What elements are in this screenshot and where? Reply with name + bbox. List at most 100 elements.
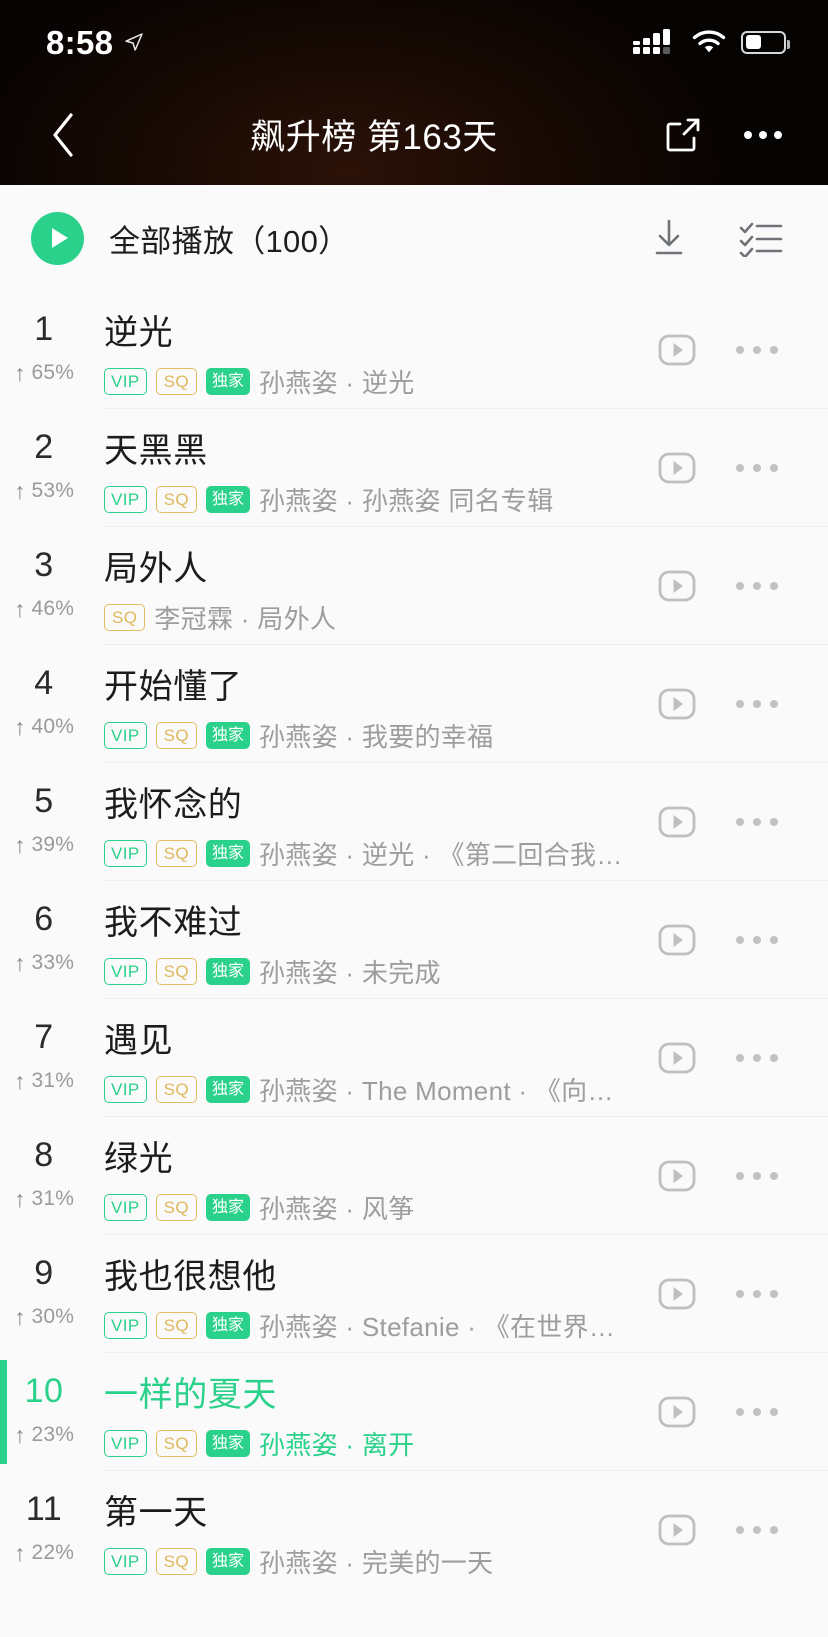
- trend-indicator: ↑ 23%: [14, 1423, 74, 1447]
- song-row[interactable]: 7 ↑ 31% 遇见 VIP SQ 独家 孙燕姿 · The Moment · 《向左走…: [0, 999, 828, 1116]
- trend-up-arrow-icon: ↑: [14, 595, 26, 622]
- status-bar-left: 8:58: [46, 26, 144, 59]
- play-all-label: 全部播放（100）: [109, 223, 350, 259]
- trend-up-arrow-icon: ↑: [14, 359, 26, 386]
- badge-SQ: SQ: [155, 840, 197, 867]
- play-all-bar[interactable]: 全部播放（100）: [0, 185, 828, 291]
- badge-SQ: SQ: [155, 722, 197, 749]
- rank-number: 3: [34, 546, 54, 584]
- more-horizontal-icon[interactable]: [736, 108, 790, 162]
- mv-play-icon[interactable]: [640, 313, 714, 387]
- song-info[interactable]: 我不难过 VIP SQ 独家 孙燕姿 · 未完成: [104, 881, 640, 998]
- row-actions: [640, 431, 828, 505]
- row-actions: [640, 1021, 828, 1095]
- row-actions: [640, 549, 828, 623]
- song-artist-album: 孙燕姿 · 风筝: [259, 1194, 415, 1224]
- badge-SQ: SQ: [155, 1312, 197, 1339]
- row-more-options-icon[interactable]: [714, 313, 800, 387]
- mv-play-icon[interactable]: [640, 667, 714, 741]
- song-row[interactable]: 2 ↑ 53% 天黑黑 VIP SQ 独家 孙燕姿 · 孙燕姿 同名专辑: [0, 409, 828, 526]
- trend-indicator: ↑ 22%: [14, 1541, 74, 1565]
- mv-play-icon[interactable]: [640, 1375, 714, 1449]
- rank-number: 4: [34, 664, 54, 702]
- row-more-options-icon[interactable]: [714, 1021, 800, 1095]
- row-more-options-icon[interactable]: [714, 1257, 800, 1331]
- song-row[interactable]: 8 ↑ 31% 绿光 VIP SQ 独家 孙燕姿 · 风筝: [0, 1117, 828, 1234]
- app-screen: 8:58 飙升榜 第163天 全部播放（100） 1 ↑ 65% 逆光 VIP …: [0, 0, 828, 1637]
- row-actions: [640, 785, 828, 859]
- row-more-options-icon[interactable]: [714, 1493, 800, 1567]
- song-row[interactable]: 4 ↑ 40% 开始懂了 VIP SQ 独家 孙燕姿 · 我要的幸福: [0, 645, 828, 762]
- trend-indicator: ↑ 46%: [14, 597, 74, 621]
- song-meta-line: VIP SQ 独家 孙燕姿 · 我要的幸福: [104, 717, 636, 754]
- badge-独家: 独家: [205, 840, 250, 867]
- row-more-options-icon[interactable]: [714, 667, 800, 741]
- trend-indicator: ↑ 31%: [14, 1069, 74, 1093]
- song-info[interactable]: 我也很想他 VIP SQ 独家孙燕姿 · Stefanie · 《在世界的中心…: [104, 1235, 640, 1352]
- trend-percent: 53%: [31, 479, 75, 502]
- song-row[interactable]: 5 ↑ 39% 我怀念的 VIP SQ 独家 孙燕姿 · 逆光 · 《第二回合我爱你…: [0, 763, 828, 880]
- mv-play-icon[interactable]: [640, 785, 714, 859]
- rank-column: 8 ↑ 31%: [0, 1117, 104, 1234]
- song-row[interactable]: 10 ↑ 23% 一样的夏天 VIP SQ 独家 孙燕姿 · 离开: [0, 1353, 828, 1470]
- trend-up-arrow-icon: ↑: [14, 713, 26, 740]
- song-row[interactable]: 6 ↑ 33% 我不难过 VIP SQ 独家 孙燕姿 · 未完成: [0, 881, 828, 998]
- song-info[interactable]: 一样的夏天 VIP SQ 独家 孙燕姿 · 离开: [104, 1353, 640, 1470]
- song-title: 我不难过: [104, 904, 243, 942]
- mv-play-icon[interactable]: [640, 1139, 714, 1213]
- mv-play-icon[interactable]: [640, 549, 714, 623]
- row-more-options-icon[interactable]: [714, 903, 800, 977]
- rank-number: 9: [34, 1254, 54, 1292]
- badge-VIP: VIP: [104, 722, 147, 749]
- song-row[interactable]: 11 ↑ 22% 第一天 VIP SQ 独家 孙燕姿 · 完美的一天: [0, 1471, 828, 1588]
- song-info[interactable]: 遇见 VIP SQ 独家 孙燕姿 · The Moment · 《向左走…: [104, 999, 640, 1116]
- song-info[interactable]: 逆光 VIP SQ 独家 孙燕姿 · 逆光: [104, 291, 640, 408]
- badge-SQ: SQ: [155, 486, 197, 513]
- song-info[interactable]: 第一天 VIP SQ 独家 孙燕姿 · 完美的一天: [104, 1471, 640, 1588]
- wifi-icon: [692, 29, 726, 55]
- trend-up-arrow-icon: ↑: [14, 477, 26, 504]
- mv-play-icon[interactable]: [640, 903, 714, 977]
- song-row[interactable]: 1 ↑ 65% 逆光 VIP SQ 独家 孙燕姿 · 逆光: [0, 291, 828, 408]
- mv-play-icon[interactable]: [640, 1493, 714, 1567]
- trend-percent: 22%: [31, 1541, 75, 1564]
- song-meta-line: VIP SQ 独家 孙燕姿 · The Moment · 《向左走…: [104, 1071, 636, 1108]
- rank-column: 1 ↑ 65%: [0, 291, 104, 408]
- song-meta-line: VIP SQ 独家 孙燕姿 · 完美的一天: [104, 1543, 636, 1580]
- row-more-options-icon[interactable]: [714, 549, 800, 623]
- badge-VIP: VIP: [104, 1076, 147, 1103]
- row-more-options-icon[interactable]: [714, 785, 800, 859]
- song-info[interactable]: 绿光 VIP SQ 独家 孙燕姿 · 风筝: [104, 1117, 640, 1234]
- rank-number: 5: [34, 782, 54, 820]
- song-info[interactable]: 局外人 SQ 李冠霖 · 局外人: [104, 527, 640, 644]
- download-icon[interactable]: [646, 215, 692, 261]
- multi-select-list-icon[interactable]: [738, 215, 784, 261]
- badge-独家: 独家: [205, 368, 250, 395]
- play-triangle-icon[interactable]: [31, 211, 84, 265]
- song-info[interactable]: 我怀念的 VIP SQ 独家 孙燕姿 · 逆光 · 《第二回合我爱你…: [104, 763, 640, 880]
- song-title: 局外人: [104, 550, 208, 588]
- song-meta-line: VIP SQ 独家 孙燕姿 · 逆光: [104, 363, 636, 400]
- row-more-options-icon[interactable]: [714, 431, 800, 505]
- trend-percent: 39%: [31, 833, 75, 856]
- song-info[interactable]: 天黑黑 VIP SQ 独家 孙燕姿 · 孙燕姿 同名专辑: [104, 409, 640, 526]
- status-time: 8:58: [46, 23, 114, 61]
- row-more-options-icon[interactable]: [714, 1375, 800, 1449]
- song-row[interactable]: 3 ↑ 46% 局外人 SQ 李冠霖 · 局外人: [0, 527, 828, 644]
- rank-column: 6 ↑ 33%: [0, 881, 104, 998]
- song-row[interactable]: 9 ↑30% 我也很想他 VIP SQ 独家孙燕姿 · Stefanie · 《在世界的中…: [0, 1235, 828, 1352]
- song-meta-line: VIP SQ 独家 孙燕姿 · 逆光 · 《第二回合我爱你…: [104, 835, 636, 872]
- song-info[interactable]: 开始懂了 VIP SQ 独家 孙燕姿 · 我要的幸福: [104, 645, 640, 762]
- row-more-options-icon[interactable]: [714, 1139, 800, 1213]
- mv-play-icon[interactable]: [640, 1021, 714, 1095]
- back-button[interactable]: [30, 102, 96, 168]
- share-external-icon[interactable]: [656, 108, 710, 162]
- trend-indicator: ↑ 39%: [14, 833, 74, 857]
- mv-play-icon[interactable]: [640, 431, 714, 505]
- rank-number: 7: [34, 1018, 54, 1056]
- rank-number: 11: [25, 1490, 63, 1528]
- mv-play-icon[interactable]: [640, 1257, 714, 1331]
- song-artist-album: 孙燕姿 · 孙燕姿 同名专辑: [259, 486, 554, 516]
- song-title: 绿光: [104, 1140, 174, 1178]
- song-artist-album: 李冠霖 · 局外人: [154, 604, 337, 634]
